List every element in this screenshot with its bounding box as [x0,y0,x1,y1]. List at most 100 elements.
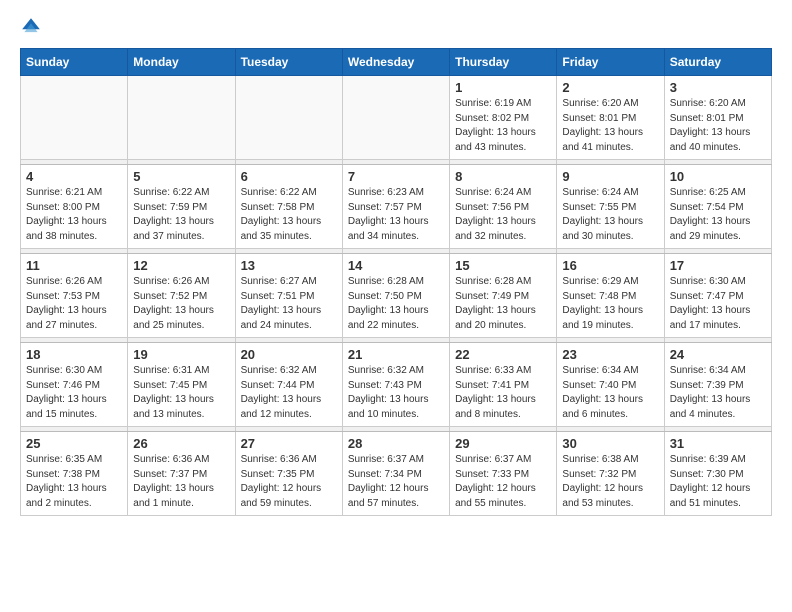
logo [20,16,46,38]
day-number: 3 [670,80,766,95]
weekday-header-monday: Monday [128,49,235,76]
calendar-cell: 8 Sunrise: 6:24 AM Sunset: 7:56 PM Daylig… [450,165,557,249]
calendar-week-row-2: 11Sunrise: 6:26 AM Sunset: 7:53 PM Dayli… [21,254,772,338]
calendar-week-row-3: 18 Sunrise: 6:30 AM Sunset: 7:46 PM Dayli… [21,343,772,427]
day-number: 26 [133,436,229,451]
day-info: Sunrise: 6:30 AM Sunset: 7:46 PM Dayligh… [26,364,122,422]
day-number: 11 [26,258,122,273]
day-info: Sunrise: 6:36 AM Sunset: 7:37 PM Dayligh… [133,453,229,511]
calendar-cell: 10 Sunrise: 6:25 AM Sunset: 7:54 PM Dayli… [664,165,771,249]
weekday-header-wednesday: Wednesday [342,49,449,76]
day-number: 13 [241,258,337,273]
calendar-cell: 2 Sunrise: 6:20 AM Sunset: 8:01 PM Daylig… [557,76,664,160]
calendar-cell: 30Sunrise: 6:38 AM Sunset: 7:32 PM Dayli… [557,432,664,516]
calendar-cell: 19 Sunrise: 6:31 AM Sunset: 7:45 PM Dayli… [128,343,235,427]
calendar-cell: 21 Sunrise: 6:32 AM Sunset: 7:43 PM Dayli… [342,343,449,427]
day-info: Sunrise: 6:36 AM Sunset: 7:35 PM Dayligh… [241,453,337,511]
day-info: Sunrise: 6:23 AM Sunset: 7:57 PM Dayligh… [348,186,444,244]
day-info: Sunrise: 6:24 AM Sunset: 7:56 PM Dayligh… [455,186,551,244]
calendar-cell: 13 Sunrise: 6:27 AM Sunset: 7:51 PM Dayli… [235,254,342,338]
day-info: Sunrise: 6:30 AM Sunset: 7:47 PM Dayligh… [670,275,766,333]
calendar-cell: 27 Sunrise: 6:36 AM Sunset: 7:35 PM Dayli… [235,432,342,516]
calendar-cell: 16 Sunrise: 6:29 AM Sunset: 7:48 PM Dayli… [557,254,664,338]
calendar-cell: 3 Sunrise: 6:20 AM Sunset: 8:01 PM Daylig… [664,76,771,160]
weekday-header-row: SundayMondayTuesdayWednesdayThursdayFrid… [21,49,772,76]
calendar-cell [128,76,235,160]
calendar-cell: 29Sunrise: 6:37 AM Sunset: 7:33 PM Dayli… [450,432,557,516]
day-info: Sunrise: 6:20 AM Sunset: 8:01 PM Dayligh… [562,97,658,155]
day-number: 5 [133,169,229,184]
weekday-header-sunday: Sunday [21,49,128,76]
day-number: 14 [348,258,444,273]
calendar-cell [21,76,128,160]
day-info: Sunrise: 6:22 AM Sunset: 7:59 PM Dayligh… [133,186,229,244]
day-number: 8 [455,169,551,184]
calendar-cell: 24Sunrise: 6:34 AM Sunset: 7:39 PM Dayli… [664,343,771,427]
day-number: 16 [562,258,658,273]
calendar-cell: 22Sunrise: 6:33 AM Sunset: 7:41 PM Dayli… [450,343,557,427]
day-number: 10 [670,169,766,184]
day-number: 18 [26,347,122,362]
day-info: Sunrise: 6:29 AM Sunset: 7:48 PM Dayligh… [562,275,658,333]
calendar-cell: 31 Sunrise: 6:39 AM Sunset: 7:30 PM Dayli… [664,432,771,516]
day-number: 9 [562,169,658,184]
day-info: Sunrise: 6:37 AM Sunset: 7:33 PM Dayligh… [455,453,551,511]
calendar-cell: 26 Sunrise: 6:36 AM Sunset: 7:37 PM Dayli… [128,432,235,516]
weekday-header-thursday: Thursday [450,49,557,76]
day-info: Sunrise: 6:20 AM Sunset: 8:01 PM Dayligh… [670,97,766,155]
day-number: 27 [241,436,337,451]
day-number: 31 [670,436,766,451]
day-number: 15 [455,258,551,273]
day-number: 30 [562,436,658,451]
calendar-cell: 12Sunrise: 6:26 AM Sunset: 7:52 PM Dayli… [128,254,235,338]
calendar-cell: 23 Sunrise: 6:34 AM Sunset: 7:40 PM Dayli… [557,343,664,427]
calendar-cell: 7 Sunrise: 6:23 AM Sunset: 7:57 PM Daylig… [342,165,449,249]
day-info: Sunrise: 6:34 AM Sunset: 7:40 PM Dayligh… [562,364,658,422]
day-info: Sunrise: 6:39 AM Sunset: 7:30 PM Dayligh… [670,453,766,511]
day-number: 24 [670,347,766,362]
calendar-week-row-4: 25 Sunrise: 6:35 AM Sunset: 7:38 PM Dayli… [21,432,772,516]
day-number: 20 [241,347,337,362]
day-info: Sunrise: 6:25 AM Sunset: 7:54 PM Dayligh… [670,186,766,244]
weekday-header-friday: Friday [557,49,664,76]
day-number: 21 [348,347,444,362]
calendar-cell: 6 Sunrise: 6:22 AM Sunset: 7:58 PM Daylig… [235,165,342,249]
day-info: Sunrise: 6:27 AM Sunset: 7:51 PM Dayligh… [241,275,337,333]
day-number: 23 [562,347,658,362]
day-number: 7 [348,169,444,184]
day-number: 17 [670,258,766,273]
day-number: 25 [26,436,122,451]
day-info: Sunrise: 6:22 AM Sunset: 7:58 PM Dayligh… [241,186,337,244]
day-info: Sunrise: 6:31 AM Sunset: 7:45 PM Dayligh… [133,364,229,422]
calendar-cell: 17 Sunrise: 6:30 AM Sunset: 7:47 PM Dayli… [664,254,771,338]
header [20,16,772,38]
day-info: Sunrise: 6:33 AM Sunset: 7:41 PM Dayligh… [455,364,551,422]
logo-icon [20,16,42,38]
calendar: SundayMondayTuesdayWednesdayThursdayFrid… [20,48,772,516]
day-info: Sunrise: 6:32 AM Sunset: 7:43 PM Dayligh… [348,364,444,422]
calendar-cell: 11Sunrise: 6:26 AM Sunset: 7:53 PM Dayli… [21,254,128,338]
day-number: 19 [133,347,229,362]
weekday-header-saturday: Saturday [664,49,771,76]
day-number: 4 [26,169,122,184]
day-info: Sunrise: 6:35 AM Sunset: 7:38 PM Dayligh… [26,453,122,511]
day-number: 28 [348,436,444,451]
day-info: Sunrise: 6:24 AM Sunset: 7:55 PM Dayligh… [562,186,658,244]
calendar-cell: 9 Sunrise: 6:24 AM Sunset: 7:55 PM Daylig… [557,165,664,249]
calendar-cell: 18 Sunrise: 6:30 AM Sunset: 7:46 PM Dayli… [21,343,128,427]
calendar-cell [235,76,342,160]
calendar-week-row-0: 1Sunrise: 6:19 AM Sunset: 8:02 PM Daylig… [21,76,772,160]
day-number: 6 [241,169,337,184]
calendar-cell [342,76,449,160]
day-info: Sunrise: 6:28 AM Sunset: 7:49 PM Dayligh… [455,275,551,333]
day-number: 2 [562,80,658,95]
calendar-week-row-1: 4 Sunrise: 6:21 AM Sunset: 8:00 PM Daylig… [21,165,772,249]
day-info: Sunrise: 6:21 AM Sunset: 8:00 PM Dayligh… [26,186,122,244]
calendar-cell: 5 Sunrise: 6:22 AM Sunset: 7:59 PM Daylig… [128,165,235,249]
weekday-header-tuesday: Tuesday [235,49,342,76]
calendar-cell: 1Sunrise: 6:19 AM Sunset: 8:02 PM Daylig… [450,76,557,160]
calendar-cell: 14Sunrise: 6:28 AM Sunset: 7:50 PM Dayli… [342,254,449,338]
calendar-cell: 4 Sunrise: 6:21 AM Sunset: 8:00 PM Daylig… [21,165,128,249]
day-info: Sunrise: 6:19 AM Sunset: 8:02 PM Dayligh… [455,97,551,155]
day-number: 12 [133,258,229,273]
